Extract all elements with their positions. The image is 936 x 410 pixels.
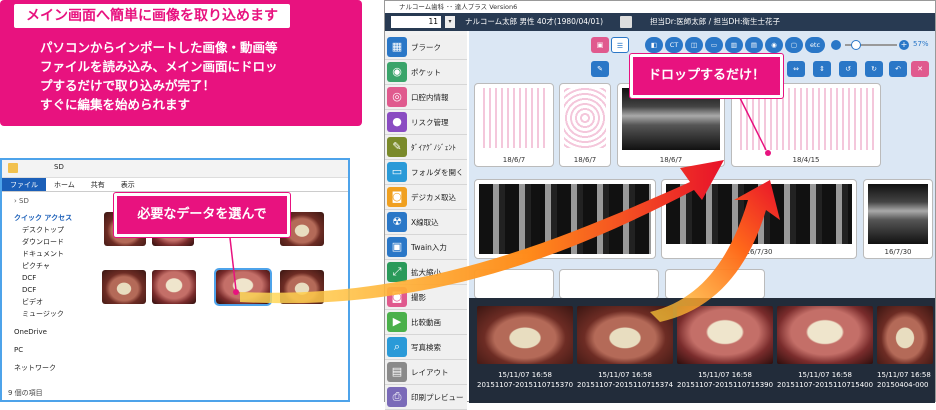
drag-arrow-main [240, 160, 724, 304]
callout-drop: ドロップするだけ！ [629, 53, 784, 99]
callout-pointer [229, 237, 237, 291]
callout-pointer [739, 97, 767, 151]
cursor-dot [765, 150, 771, 156]
drag-arrows [229, 97, 780, 322]
